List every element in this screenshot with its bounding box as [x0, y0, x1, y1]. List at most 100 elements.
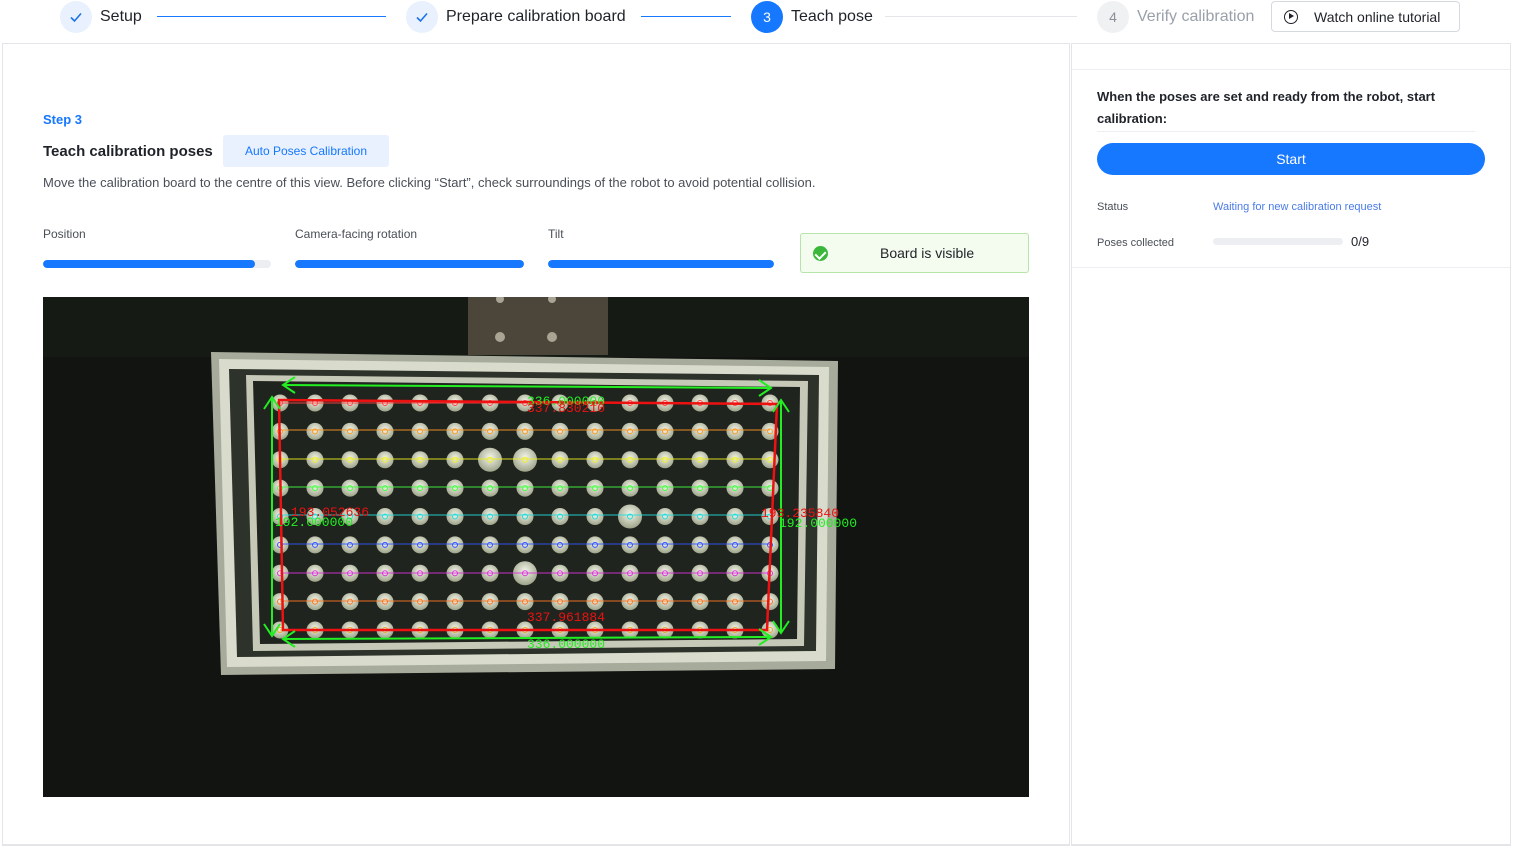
- calibration-dot: [376, 536, 394, 554]
- top-measure-red: 337.830210: [527, 401, 605, 416]
- board-status-text: Board is visible: [880, 245, 975, 261]
- calibration-dot: [306, 451, 324, 469]
- poses-count: 0/9: [1351, 234, 1370, 249]
- calibration-dot: [271, 536, 289, 554]
- calibration-dot: [516, 536, 534, 554]
- tilt-progress: [548, 260, 774, 268]
- step-done-check-icon: [60, 1, 92, 33]
- board-visible-badge: Board is visible: [800, 233, 1029, 273]
- calibration-dot: [376, 422, 394, 440]
- camera-view: 336.000000 337.830210 193.052636 192.000…: [43, 297, 1029, 797]
- calibration-dot: [691, 479, 709, 497]
- calibration-dot: [656, 422, 674, 440]
- watch-tutorial-button[interactable]: Watch online tutorial: [1271, 1, 1460, 32]
- calibration-dot: [306, 479, 324, 497]
- calibration-dot: [376, 479, 394, 497]
- calibration-dot: [691, 508, 709, 525]
- calibration-dot: [446, 479, 464, 497]
- calibration-dot: [656, 451, 674, 469]
- calibration-dot: [481, 536, 499, 554]
- step-label: Prepare calibration board: [446, 8, 626, 25]
- calibration-dot: [478, 447, 502, 472]
- calibration-dot: [271, 593, 289, 611]
- calibration-dot: [376, 508, 394, 525]
- calibration-dot: [446, 536, 464, 554]
- calibration-dot: [726, 451, 744, 469]
- start-instruction: When the poses are set and ready from th…: [1097, 89, 1436, 126]
- calibration-dot: [726, 422, 744, 440]
- calibration-dot: [761, 479, 779, 497]
- step-label: Setup: [100, 8, 142, 25]
- calibration-dot: [551, 422, 569, 440]
- status-value: Waiting for new calibration request: [1213, 201, 1382, 213]
- calibration-dot: [341, 536, 359, 554]
- step-label: Teach pose: [791, 8, 873, 25]
- calibration-dot: [411, 536, 429, 554]
- right-measure-green: 192.000000: [779, 516, 857, 531]
- divider: [1072, 267, 1510, 268]
- tilt-progress-fill: [548, 260, 774, 268]
- metric-label-tilt: Tilt: [548, 227, 564, 241]
- step-connector: [885, 16, 1077, 17]
- calibration-dot: [306, 536, 324, 554]
- calibration-dot: [551, 479, 569, 497]
- calibration-dot: [621, 593, 639, 611]
- status-label: Status: [1097, 201, 1129, 213]
- calibration-dot: [411, 508, 429, 525]
- calibration-dot: [621, 422, 639, 440]
- calibration-dot: [586, 422, 604, 440]
- calibration-dot: [621, 536, 639, 554]
- calibration-dot: [411, 451, 429, 469]
- calibration-dot: [551, 508, 569, 525]
- calibration-dot: [618, 504, 642, 529]
- step-verify[interactable]: 4 Verify calibration: [1097, 0, 1254, 34]
- calibration-dot: [513, 447, 537, 472]
- calibration-dot: [691, 451, 709, 469]
- step-number: 4: [1097, 1, 1129, 33]
- calibration-dot: [341, 422, 359, 440]
- calibration-dot: [481, 422, 499, 440]
- calibration-dot: [376, 593, 394, 611]
- tutorial-label: Watch online tutorial: [1314, 8, 1441, 25]
- auto-poses-calibration-button[interactable]: Auto Poses Calibration: [223, 135, 389, 167]
- calibration-dot: [621, 479, 639, 497]
- calibration-dot: [481, 479, 499, 497]
- instruction-text: Move the calibration board to the centre…: [43, 175, 816, 190]
- calibration-dot: [691, 422, 709, 440]
- step-teach-pose[interactable]: 3 Teach pose: [751, 0, 873, 34]
- calibration-dot: [341, 479, 359, 497]
- calibration-dot: [726, 479, 744, 497]
- camera-image: 336.000000 337.830210 193.052636 192.000…: [43, 297, 1029, 797]
- poses-collected-label: Poses collected: [1097, 237, 1175, 249]
- calibration-dot: [306, 593, 324, 611]
- calibration-dot: [726, 508, 744, 525]
- calibration-dot: [586, 451, 604, 469]
- calibration-dot: [586, 508, 604, 525]
- step-connector: [641, 16, 731, 17]
- calibration-dot: [516, 593, 534, 611]
- left-measure-green: 192.000000: [275, 515, 353, 530]
- calibration-dot: [551, 451, 569, 469]
- calibration-dot: [446, 508, 464, 525]
- bottom-measure-green: 336.000000: [527, 637, 605, 652]
- calibration-dot: [656, 479, 674, 497]
- calibration-dot: [586, 479, 604, 497]
- calibration-dot: [516, 479, 534, 497]
- step-setup[interactable]: Setup: [60, 0, 142, 34]
- calibration-dot: [411, 422, 429, 440]
- start-button[interactable]: Start: [1097, 143, 1485, 175]
- stepper: Setup Prepare calibration board 3 Teach …: [0, 0, 1520, 34]
- position-progress: [43, 260, 271, 268]
- step-prepare-board[interactable]: Prepare calibration board: [406, 0, 626, 34]
- rotation-progress: [295, 260, 524, 268]
- calibration-dot: [551, 593, 569, 611]
- calibration-dot: [446, 593, 464, 611]
- calibration-dot: [656, 536, 674, 554]
- metric-label-rotation: Camera-facing rotation: [295, 227, 418, 241]
- step-number: 3: [751, 1, 783, 33]
- calibration-dot: [481, 508, 499, 525]
- step-label: Verify calibration: [1137, 8, 1255, 25]
- position-progress-fill: [43, 260, 256, 268]
- calibration-dot: [621, 451, 639, 469]
- calibration-dot: [516, 422, 534, 440]
